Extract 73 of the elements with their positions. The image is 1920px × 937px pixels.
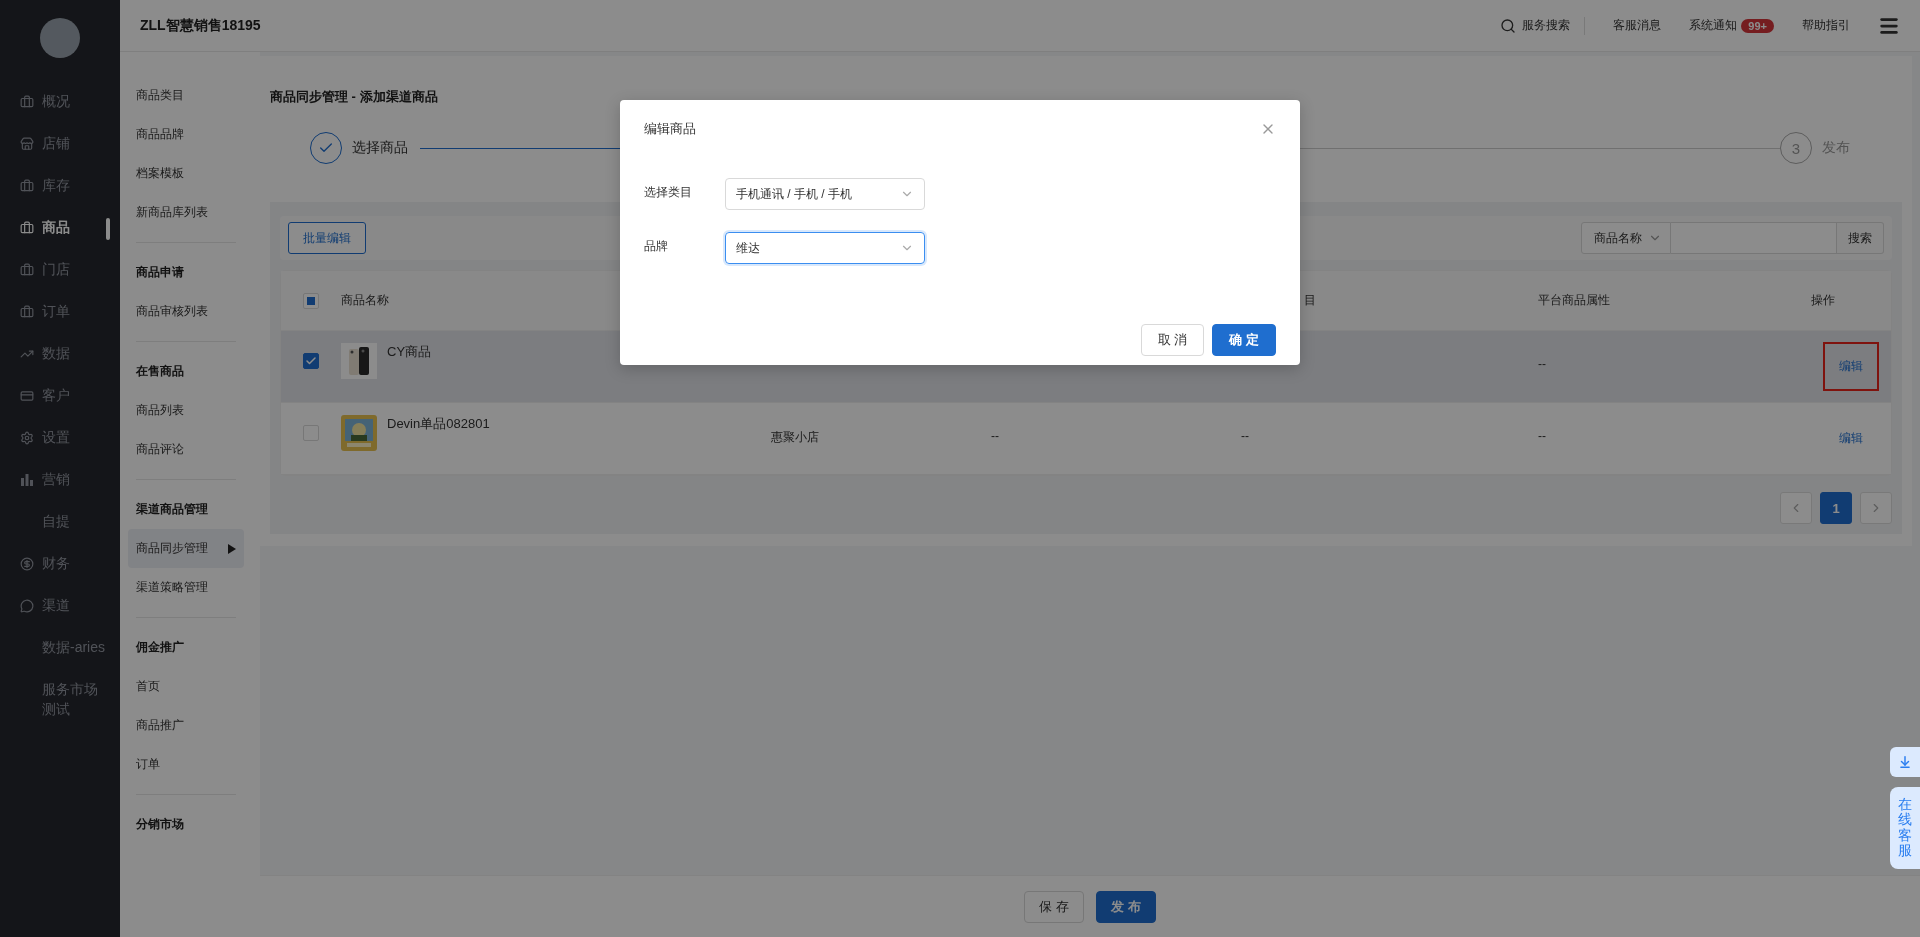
cancel-button[interactable]: 取 消 xyxy=(1140,324,1205,356)
service-search-link[interactable]: 服务搜索 xyxy=(1500,17,1571,34)
submenu-item[interactable]: 商品评论 xyxy=(128,430,244,469)
chat-icon xyxy=(20,599,34,613)
submenu-item[interactable]: 商品列表 xyxy=(128,391,244,430)
step-label: 发布 xyxy=(1822,139,1850,157)
select-field[interactable]: 维达 xyxy=(725,232,925,264)
product-name: CY商品 xyxy=(387,343,432,361)
table-cell: 惠聚小店 xyxy=(771,430,819,444)
table-cell: -- xyxy=(1241,429,1249,443)
search-icon xyxy=(1500,17,1517,34)
column-header: 操作 xyxy=(1811,292,1836,309)
edit-link[interactable]: 编辑 xyxy=(1823,414,1879,463)
page-title: 商品同步管理 - 添加渠道商品 xyxy=(270,88,439,106)
field-label: 品牌 xyxy=(644,238,669,255)
submenu-item[interactable]: 商品推广 xyxy=(128,706,244,745)
menu-heading: 渠道商品管理 xyxy=(135,501,209,518)
publish-button[interactable]: 发 布 xyxy=(1096,890,1156,923)
menu-heading: 分销市场 xyxy=(135,816,185,833)
submenu-item[interactable]: 商品类目 xyxy=(128,76,244,115)
table-cell: -- xyxy=(1538,357,1546,371)
column-header: 目 xyxy=(1303,292,1317,309)
notice-link[interactable]: 系统通知 xyxy=(1689,17,1738,34)
dialog-title: 编辑商品 xyxy=(644,120,696,138)
step-label: 选择商品 xyxy=(352,139,408,157)
search-button[interactable]: 搜索 xyxy=(1837,222,1884,254)
field-label: 选择类目 xyxy=(644,184,693,201)
briefcase-icon xyxy=(20,305,34,319)
submenu-item[interactable]: 档案模板 xyxy=(128,154,244,193)
submenu-item[interactable]: 订单 xyxy=(128,745,244,784)
settings-icon xyxy=(20,431,34,445)
menu-heading: 在售商品 xyxy=(135,363,185,380)
column-header: 商品名称 xyxy=(341,292,390,309)
card-icon xyxy=(20,389,34,403)
submenu-item[interactable]: 首页 xyxy=(128,667,244,706)
table-cell: -- xyxy=(991,429,999,443)
submenu-item[interactable]: 商品品牌 xyxy=(128,115,244,154)
submenu-item[interactable]: 商品同步管理 xyxy=(128,529,244,568)
messages-link[interactable]: 客服消息 xyxy=(1613,17,1662,34)
app-title: ZLL智慧销售18195 xyxy=(140,16,262,35)
help-link[interactable]: 帮助指引 xyxy=(1802,17,1850,34)
briefcase-icon xyxy=(20,95,34,109)
download-button[interactable] xyxy=(1890,747,1920,777)
confirm-button[interactable]: 确 定 xyxy=(1212,324,1276,356)
save-button[interactable]: 保 存 xyxy=(1024,890,1084,923)
edit-link[interactable]: 编辑 xyxy=(1823,342,1879,391)
caret-icon xyxy=(228,543,236,554)
table-cell: -- xyxy=(1538,429,1546,443)
check-icon xyxy=(305,355,317,367)
search-type-select[interactable]: 商品名称 xyxy=(1581,222,1671,254)
briefcase-icon xyxy=(20,221,34,235)
menu-heading: 佣金推广 xyxy=(135,639,185,656)
briefcase-icon xyxy=(20,263,34,277)
submenu-item[interactable]: 渠道策略管理 xyxy=(128,568,244,607)
coin-icon xyxy=(20,557,34,571)
menu-heading: 商品申请 xyxy=(135,264,185,281)
avatar[interactable] xyxy=(40,18,80,58)
submenu-item[interactable]: 新商品库列表 xyxy=(128,193,244,232)
store-icon xyxy=(20,137,34,151)
column-header: 平台商品属性 xyxy=(1538,292,1611,309)
briefcase-icon xyxy=(20,179,34,193)
online-service-button[interactable]: 在线客服 xyxy=(1890,787,1920,869)
select-field[interactable]: 手机通讯 / 手机 / 手机 xyxy=(725,178,925,210)
product-name: Devin单品082801 xyxy=(387,415,490,433)
select-all-checkbox[interactable] xyxy=(303,292,319,309)
nav-item[interactable]: 商品 xyxy=(0,208,120,250)
download-icon xyxy=(1898,755,1912,769)
row-checkbox[interactable] xyxy=(303,353,319,369)
bar-chart-icon xyxy=(20,473,34,487)
count-badge: 99+ xyxy=(1741,18,1774,33)
page-button[interactable]: 1 xyxy=(1820,492,1852,524)
bulk-edit-button[interactable]: 批量编辑 xyxy=(288,222,366,254)
submenu-item[interactable]: 商品审核列表 xyxy=(128,292,244,331)
